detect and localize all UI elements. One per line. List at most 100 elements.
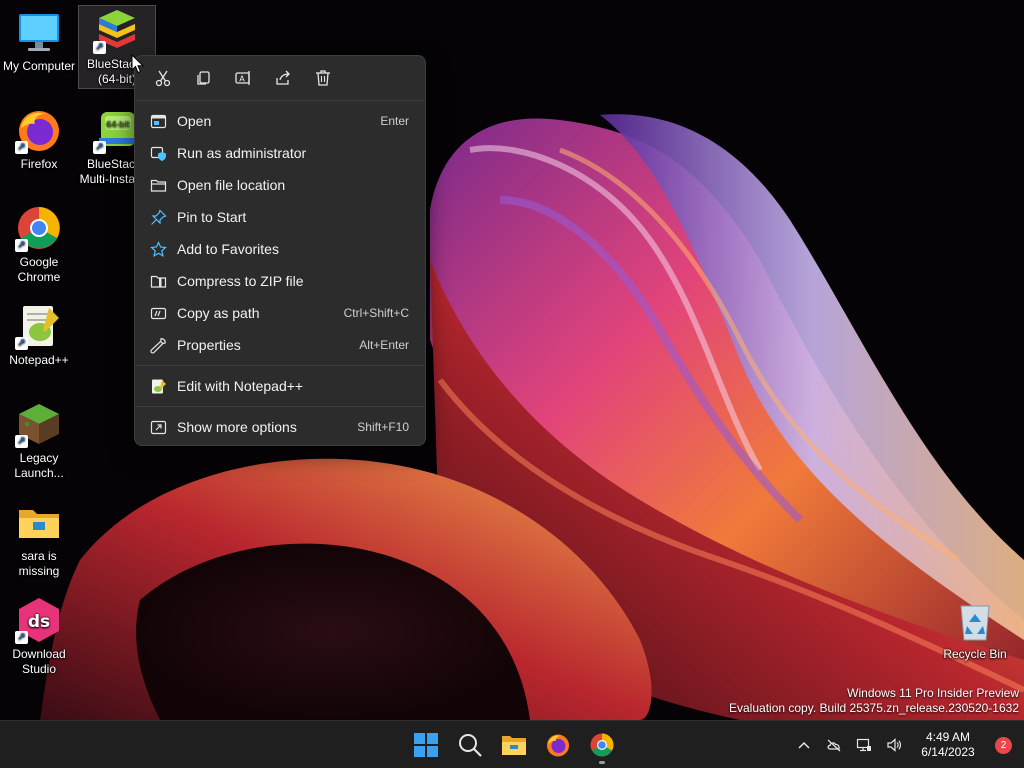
open-window-icon <box>149 112 167 130</box>
system-tray: 4:49 AM 6/14/2023 2 <box>789 721 1024 768</box>
pin-icon <box>149 208 167 226</box>
trash-icon <box>316 70 330 86</box>
path-icon <box>149 304 167 322</box>
taskbar-firefox[interactable] <box>536 725 580 765</box>
tray-volume[interactable] <box>879 730 909 760</box>
notification-badge[interactable]: 2 <box>995 736 1012 754</box>
menu-item-compress-to-zip[interactable]: Compress to ZIP file <box>135 265 425 297</box>
mouse-cursor-icon <box>131 54 145 74</box>
copy-icon <box>197 71 210 85</box>
menu-item-shortcut: Alt+Enter <box>359 338 409 352</box>
desktop-icon-sara-is-missing[interactable]: sara is missing <box>0 498 78 579</box>
desktop-icon-recycle-bin[interactable]: Recycle Bin <box>936 596 1014 662</box>
tray-network[interactable] <box>849 730 879 760</box>
tray-onedrive[interactable] <box>819 730 849 760</box>
file-explorer-icon <box>502 736 526 755</box>
menu-item-show-more-options[interactable]: Show more options Shift+F10 <box>135 411 425 443</box>
more-options-icon <box>149 418 167 436</box>
monitor-icon <box>15 8 63 56</box>
desktop-icon-label: Firefox <box>20 157 58 171</box>
desktop-icon-download-studio[interactable]: ds ↗ Download Studio <box>0 596 78 677</box>
menu-item-edit-with-notepadpp[interactable]: Edit with Notepad++ <box>135 370 425 402</box>
menu-separator <box>135 365 425 366</box>
taskbar-apps <box>404 725 624 765</box>
context-menu-toolbar: A <box>135 56 425 101</box>
menu-item-add-to-favorites[interactable]: Add to Favorites <box>135 233 425 265</box>
desktop-icon-label: Legacy Launch... <box>14 451 64 480</box>
zip-icon <box>149 272 167 290</box>
network-icon <box>856 738 871 752</box>
firefox-icon <box>547 734 569 757</box>
taskbar-clock[interactable]: 4:49 AM 6/14/2023 <box>909 730 987 760</box>
menu-item-label: Add to Favorites <box>177 241 279 257</box>
rename-icon: A <box>235 71 250 85</box>
desktop-icon-firefox[interactable]: ↗ Firefox <box>0 106 78 172</box>
windows-watermark: Windows 11 Pro Insider Preview Evaluatio… <box>729 686 1019 716</box>
taskbar-chrome[interactable] <box>580 725 624 765</box>
firefox-icon: ↗ <box>15 106 63 154</box>
taskbar-file-explorer[interactable] <box>492 725 536 765</box>
share-icon <box>276 70 290 85</box>
desktop-icon-label: Recycle Bin <box>943 647 1007 661</box>
menu-separator <box>135 406 425 407</box>
svg-text:64-bit: 64-bit <box>106 120 130 129</box>
shortcut-arrow-icon: ↗ <box>93 141 106 154</box>
menu-item-pin-to-start[interactable]: Pin to Start <box>135 201 425 233</box>
shortcut-arrow-icon: ↗ <box>15 141 28 154</box>
desktop-icon-label: Download Studio <box>12 647 66 676</box>
desktop-icon-legacy-launcher[interactable]: ↗ Legacy Launch... <box>0 400 78 481</box>
desktop-icon-google-chrome[interactable]: ↗ Google Chrome <box>0 204 78 285</box>
chevron-up-icon <box>798 741 810 749</box>
windows-start-icon <box>414 733 438 757</box>
delete-button[interactable] <box>303 62 343 94</box>
running-indicator <box>599 761 605 764</box>
menu-item-label: Open <box>177 113 212 129</box>
shortcut-arrow-icon: ↗ <box>15 337 28 350</box>
shield-icon <box>149 144 167 162</box>
clock-date: 6/14/2023 <box>921 745 975 759</box>
download-studio-icon: ds ↗ <box>15 596 63 644</box>
menu-item-label: Compress to ZIP file <box>177 273 304 289</box>
clock-time: 4:49 AM <box>925 730 971 744</box>
context-menu: A Open Enter Run as administrator Open f… <box>134 55 426 446</box>
shortcut-arrow-icon: ↗ <box>15 631 28 644</box>
folder-icon <box>149 176 167 194</box>
tray-overflow-button[interactable] <box>789 730 819 760</box>
bluestacks-icon: ↗ <box>93 6 141 54</box>
cut-button[interactable] <box>143 62 183 94</box>
chrome-icon: ↗ <box>15 204 63 252</box>
chrome-icon <box>590 733 614 757</box>
svg-text:ds: ds <box>28 612 50 632</box>
copy-button[interactable] <box>183 62 223 94</box>
desktop-icon-my-computer[interactable]: My Computer <box>0 8 78 74</box>
desktop-icon-label: My Computer <box>2 59 76 73</box>
desktop-icon-label: sara is missing <box>18 549 60 578</box>
shortcut-arrow-icon: ↗ <box>93 41 106 54</box>
rename-button[interactable]: A <box>223 62 263 94</box>
search-icon <box>459 734 482 757</box>
menu-item-open-file-location[interactable]: Open file location <box>135 169 425 201</box>
menu-item-label: Open file location <box>177 177 286 193</box>
menu-item-label: Copy as path <box>177 305 260 321</box>
recycle-bin-icon <box>951 596 999 644</box>
shortcut-arrow-icon: ↗ <box>15 239 28 252</box>
taskbar: 4:49 AM 6/14/2023 2 <box>0 720 1024 768</box>
share-button[interactable] <box>263 62 303 94</box>
desktop-icon-notepadpp[interactable]: ↗ Notepad++ <box>0 302 78 368</box>
menu-item-label: Run as administrator <box>177 145 307 161</box>
menu-item-properties[interactable]: Properties Alt+Enter <box>135 329 425 361</box>
taskbar-start-button[interactable] <box>404 725 448 765</box>
watermark-build: Evaluation copy. Build 25375.zn_release.… <box>729 701 1019 715</box>
folder-icon <box>15 498 63 546</box>
menu-item-open[interactable]: Open Enter <box>135 105 425 137</box>
wrench-icon <box>149 336 167 354</box>
menu-item-copy-as-path[interactable]: Copy as path Ctrl+Shift+C <box>135 297 425 329</box>
menu-item-shortcut: Enter <box>380 114 409 128</box>
scissors-icon <box>155 70 171 87</box>
menu-item-shortcut: Ctrl+Shift+C <box>343 306 409 320</box>
menu-item-label: Pin to Start <box>177 209 247 225</box>
taskbar-search-button[interactable] <box>448 725 492 765</box>
menu-item-run-as-administrator[interactable]: Run as administrator <box>135 137 425 169</box>
shortcut-arrow-icon: ↗ <box>15 435 28 448</box>
menu-item-label: Show more options <box>177 419 297 435</box>
